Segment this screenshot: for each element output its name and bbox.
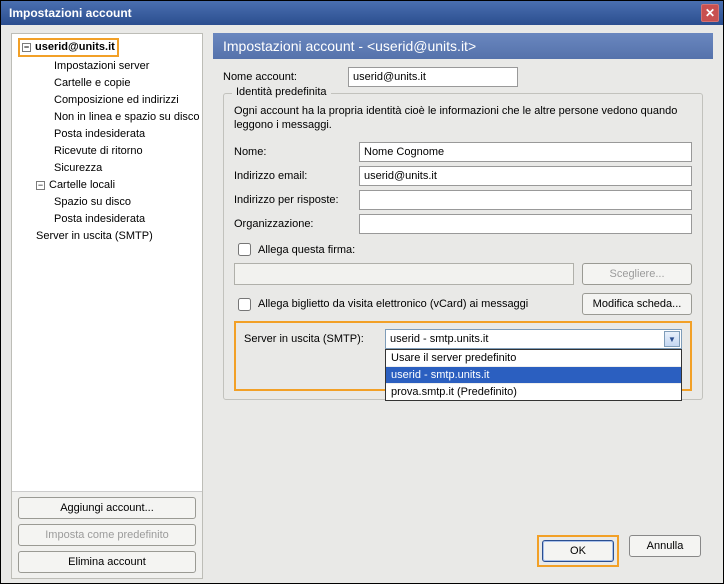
tree-item[interactable]: Composizione ed indirizzi [14, 92, 200, 109]
smtp-label: Server in uscita (SMTP): [244, 333, 379, 345]
edit-card-button[interactable]: Modifica scheda... [582, 293, 692, 315]
account-tree: −userid@units.it Impostazioni server Car… [12, 34, 202, 491]
ok-button[interactable]: OK [542, 540, 614, 562]
smtp-dropdown-list: Usare il server predefinito userid - smt… [385, 349, 682, 401]
reply-input[interactable] [359, 190, 692, 210]
tree-item[interactable]: Posta indesiderata [14, 211, 200, 228]
window-title: Impostazioni account [9, 6, 701, 20]
smtp-option[interactable]: userid - smtp.units.it [386, 367, 681, 384]
smtp-combobox-display[interactable]: userid - smtp.units.it ▼ [385, 329, 682, 349]
smtp-combobox[interactable]: userid - smtp.units.it ▼ Usare il server… [385, 329, 682, 349]
dialog-footer: OK Annulla [213, 527, 713, 579]
collapse-icon[interactable]: − [36, 181, 45, 190]
account-name-input[interactable] [348, 67, 518, 87]
org-label: Organizzazione: [234, 218, 359, 230]
signature-checkbox[interactable] [238, 243, 251, 256]
tree-account-root[interactable]: −userid@units.it [14, 37, 200, 58]
main-panel: Impostazioni account - <userid@units.it>… [213, 33, 713, 579]
email-label: Indirizzo email: [234, 170, 359, 182]
vcard-label: Allega biglietto da visita elettronico (… [258, 298, 528, 310]
tree-item[interactable]: Cartelle e copie [14, 75, 200, 92]
tree-item[interactable]: Impostazioni server [14, 58, 200, 75]
tree-smtp[interactable]: Server in uscita (SMTP) [14, 228, 200, 245]
smtp-highlight-block: Server in uscita (SMTP): userid - smtp.u… [234, 321, 692, 391]
smtp-selected-text: userid - smtp.units.it [390, 333, 488, 345]
smtp-option[interactable]: Usare il server predefinito [386, 350, 681, 367]
identity-description: Ogni account ha la propria identità cioè… [234, 104, 692, 132]
tree-item[interactable]: Sicurezza [14, 160, 200, 177]
main-body: Nome account: Identità predefinita Ogni … [213, 59, 713, 527]
window-frame: Impostazioni account ✕ −userid@units.it … [0, 0, 724, 584]
collapse-icon[interactable]: − [22, 43, 31, 52]
sidebar-buttons: Aggiungi account... Imposta come predefi… [12, 491, 202, 578]
tree-item[interactable]: Posta indesiderata [14, 126, 200, 143]
identity-fieldset: Identità predefinita Ogni account ha la … [223, 93, 703, 400]
vcard-checkbox[interactable] [238, 298, 251, 311]
smtp-option[interactable]: prova.smtp.it (Predefinito) [386, 384, 681, 400]
vcard-row: Allega biglietto da visita elettronico (… [234, 293, 692, 315]
identity-legend: Identità predefinita [232, 86, 331, 98]
signature-row: Allega questa firma: [234, 240, 692, 259]
ok-highlight: OK [537, 535, 619, 567]
tree-item[interactable]: Ricevute di ritorno [14, 143, 200, 160]
tree-local-root[interactable]: −Cartelle locali [14, 177, 200, 194]
title-bar: Impostazioni account ✕ [1, 1, 723, 25]
delete-account-button[interactable]: Elimina account [18, 551, 196, 573]
close-button[interactable]: ✕ [701, 4, 719, 22]
name-label: Nome: [234, 146, 359, 158]
reply-label: Indirizzo per risposte: [234, 194, 359, 206]
choose-signature-button: Scegliere... [582, 263, 692, 285]
account-name-row: Nome account: [223, 67, 703, 87]
add-account-button[interactable]: Aggiungi account... [18, 497, 196, 519]
signature-label: Allega questa firma: [258, 244, 355, 256]
chevron-down-icon[interactable]: ▼ [664, 331, 680, 347]
tree-item[interactable]: Non in linea e spazio su disco [14, 109, 200, 126]
highlight-account-root: −userid@units.it [18, 38, 119, 57]
main-header: Impostazioni account - <userid@units.it> [213, 33, 713, 59]
name-input[interactable] [359, 142, 692, 162]
cancel-button[interactable]: Annulla [629, 535, 701, 557]
email-input[interactable] [359, 166, 692, 186]
tree-account-root-label: userid@units.it [35, 41, 115, 53]
account-name-label: Nome account: [223, 71, 348, 83]
close-icon: ✕ [705, 6, 715, 20]
signature-path-input [234, 263, 574, 285]
content-area: −userid@units.it Impostazioni server Car… [1, 25, 723, 583]
set-default-button: Imposta come predefinito [18, 524, 196, 546]
tree-item[interactable]: Spazio su disco [14, 194, 200, 211]
org-input[interactable] [359, 214, 692, 234]
sidebar: −userid@units.it Impostazioni server Car… [11, 33, 203, 579]
